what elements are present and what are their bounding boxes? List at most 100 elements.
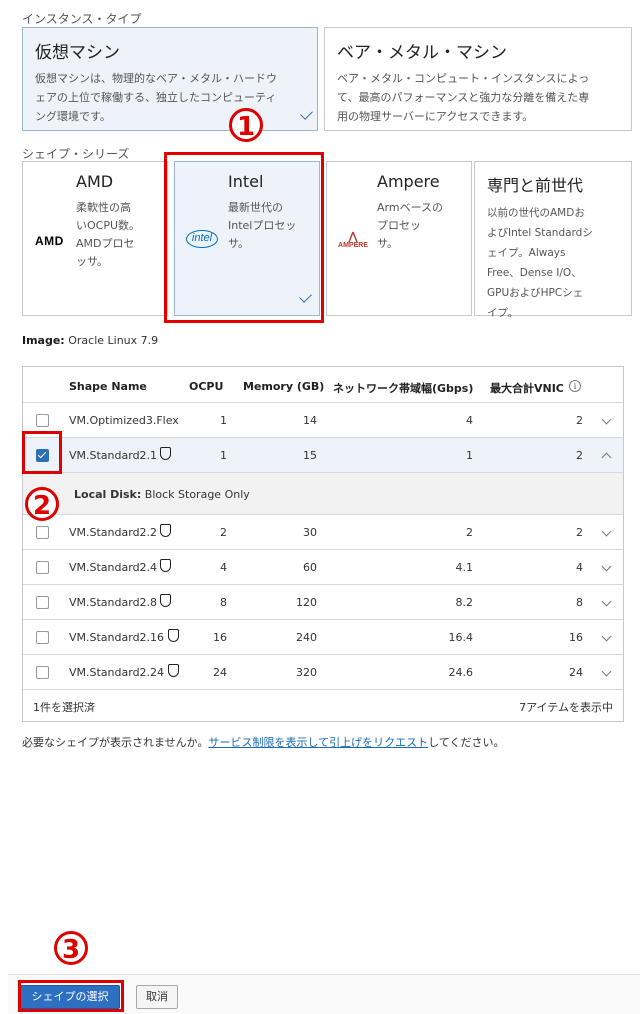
selected-count: 1件を選択済	[33, 701, 95, 714]
image-value: Oracle Linux 7.9	[68, 334, 159, 347]
shape-name: VM.Standard2.4	[69, 561, 158, 574]
card-title: ベア・メタル・マシン	[337, 43, 507, 63]
card-specialty-previous[interactable]: 専門と前世代 以前の世代のAMDお よびIntel Standardシ ェイプ。…	[474, 161, 632, 319]
image-info: Image: Oracle Linux 7.9	[22, 334, 158, 347]
col-max-vnic[interactable]: 最大合計VNIC	[490, 380, 564, 396]
shape-name: VM.Standard2.16	[69, 631, 165, 644]
card-title: 専門と前世代	[487, 176, 584, 195]
annotation-number-3: 3	[54, 931, 88, 965]
col-shape-name[interactable]: Shape Name	[69, 380, 147, 393]
chevron-down-icon[interactable]	[601, 414, 612, 425]
network-value: 4.1	[455, 561, 474, 574]
card-bare-metal[interactable]: ベア・メタル・マシン ベア・メタル・コンピュート・インスタンスによっ て、最高の…	[324, 27, 632, 131]
vnic-value: 24	[569, 666, 583, 679]
table-row[interactable]: VM.Optimized3.Flex 1 14 4 2	[23, 403, 623, 438]
annotation-box-select-button	[18, 980, 124, 1012]
table-row[interactable]: VM.Standard2.24 24 320 24.6 24	[23, 655, 623, 690]
table-row[interactable]: VM.Standard2.4 4 60 4.1 4	[23, 550, 623, 585]
shape-name: VM.Optimized3.Flex	[69, 414, 179, 427]
memory-value: 15	[303, 449, 317, 462]
shield-icon	[160, 524, 171, 537]
card-ampere[interactable]: Ampere ⋀ AMPERE Armベースの プロセッ サ。	[326, 161, 472, 316]
vnic-value: 16	[569, 631, 583, 644]
card-title: AMD	[76, 172, 114, 191]
col-memory[interactable]: Memory (GB)	[243, 380, 324, 393]
cancel-button[interactable]: 取消	[136, 985, 178, 1009]
items-showing: 7アイテムを表示中	[519, 701, 613, 714]
network-value: 4	[466, 414, 473, 427]
image-label: Image:	[22, 334, 65, 347]
shape-table: Shape Name OCPU Memory (GB) ネットワーク帯域幅(Gb…	[22, 366, 624, 722]
network-value: 24.6	[448, 666, 474, 679]
memory-value: 120	[296, 596, 317, 609]
local-disk-value: Block Storage Only	[144, 488, 250, 501]
ocpu-value: 4	[220, 561, 227, 574]
vnic-value: 8	[576, 596, 583, 609]
table-row[interactable]: VM.Standard2.16 16 240 16.4 16	[23, 620, 623, 655]
ocpu-value: 24	[213, 666, 227, 679]
selected-check-icon	[300, 107, 313, 120]
card-title: Ampere	[377, 172, 440, 191]
memory-value: 240	[296, 631, 317, 644]
vnic-value: 4	[576, 561, 583, 574]
table-header-row: Shape Name OCPU Memory (GB) ネットワーク帯域幅(Gb…	[23, 367, 623, 403]
network-value: 1	[466, 449, 473, 462]
annotation-number-2: 2	[25, 487, 59, 521]
shield-icon	[160, 447, 171, 460]
card-virtual-machine[interactable]: 仮想マシン 仮想マシンは、物理的なベア・メタル・ハードウ ェアの上位で稼働する、…	[22, 27, 318, 131]
row-detail: Local Disk: Block Storage Only	[23, 473, 623, 515]
annotation-box-intel	[164, 152, 324, 323]
chevron-up-icon[interactable]	[601, 452, 612, 463]
shield-icon	[168, 629, 179, 642]
card-description: ベア・メタル・コンピュート・インスタンスによっ て、最高のパフォーマンスと強力な…	[337, 72, 590, 123]
table-row[interactable]: VM.Standard2.8 8 120 8.2 8	[23, 585, 623, 620]
row-checkbox[interactable]	[36, 526, 49, 539]
annotation-box-checkbox	[22, 431, 62, 474]
shape-series-label: シェイプ・シリーズ	[22, 147, 130, 161]
card-description: 柔軟性の高 いOCPU数。 AMDプロセ ッサ。	[76, 201, 141, 268]
ocpu-value: 1	[220, 414, 227, 427]
ocpu-value: 1	[220, 449, 227, 462]
shape-name: VM.Standard2.24	[69, 666, 165, 679]
help-note: 必要なシェイプが表示されませんか。サービス制限を表示して引上げをリクエストしてく…	[22, 734, 504, 750]
chevron-down-icon[interactable]	[601, 631, 612, 642]
note-prefix: 必要なシェイプが表示されませんか。	[22, 736, 209, 749]
row-checkbox[interactable]	[36, 631, 49, 644]
ampere-logo: ⋀ AMPERE	[336, 232, 370, 250]
chevron-down-icon[interactable]	[601, 526, 612, 537]
shape-name: VM.Standard2.1	[69, 449, 158, 462]
memory-value: 320	[296, 666, 317, 679]
ocpu-value: 2	[220, 526, 227, 539]
table-row[interactable]: VM.Standard2.1 1 15 1 2	[23, 438, 623, 473]
chevron-down-icon[interactable]	[601, 666, 612, 677]
vnic-value: 2	[576, 449, 583, 462]
col-network[interactable]: ネットワーク帯域幅(Gbps)	[333, 380, 473, 396]
memory-value: 30	[303, 526, 317, 539]
annotation-number-1: 1	[229, 108, 263, 142]
row-checkbox[interactable]	[36, 561, 49, 574]
chevron-down-icon[interactable]	[601, 596, 612, 607]
vnic-value: 2	[576, 414, 583, 427]
local-disk-label: Local Disk:	[74, 488, 142, 501]
row-checkbox[interactable]	[36, 414, 49, 427]
card-description: Armベースの プロセッ サ。	[377, 201, 444, 250]
row-checkbox[interactable]	[36, 596, 49, 609]
info-icon[interactable]: i	[569, 380, 581, 392]
memory-value: 60	[303, 561, 317, 574]
network-value: 16.4	[448, 631, 474, 644]
col-ocpu[interactable]: OCPU	[189, 380, 223, 393]
row-checkbox[interactable]	[36, 666, 49, 679]
card-amd[interactable]: AMD AMD 柔軟性の高 いOCPU数。 AMDプロセ ッサ。	[22, 161, 168, 316]
chevron-down-icon[interactable]	[601, 561, 612, 572]
note-suffix: してください。	[428, 736, 505, 749]
vnic-value: 2	[576, 526, 583, 539]
shape-name: VM.Standard2.8	[69, 596, 158, 609]
amd-logo: AMD	[35, 234, 64, 248]
shield-icon	[160, 559, 171, 572]
card-title: 仮想マシン	[35, 43, 120, 63]
table-row[interactable]: VM.Standard2.2 2 30 2 2	[23, 515, 623, 550]
service-limit-link[interactable]: サービス制限を表示して引上げをリクエスト	[208, 736, 428, 749]
shield-icon	[160, 594, 171, 607]
shield-icon	[168, 664, 179, 677]
card-description: 以前の世代のAMDお よびIntel Standardシ ェイプ。Always …	[487, 207, 593, 319]
